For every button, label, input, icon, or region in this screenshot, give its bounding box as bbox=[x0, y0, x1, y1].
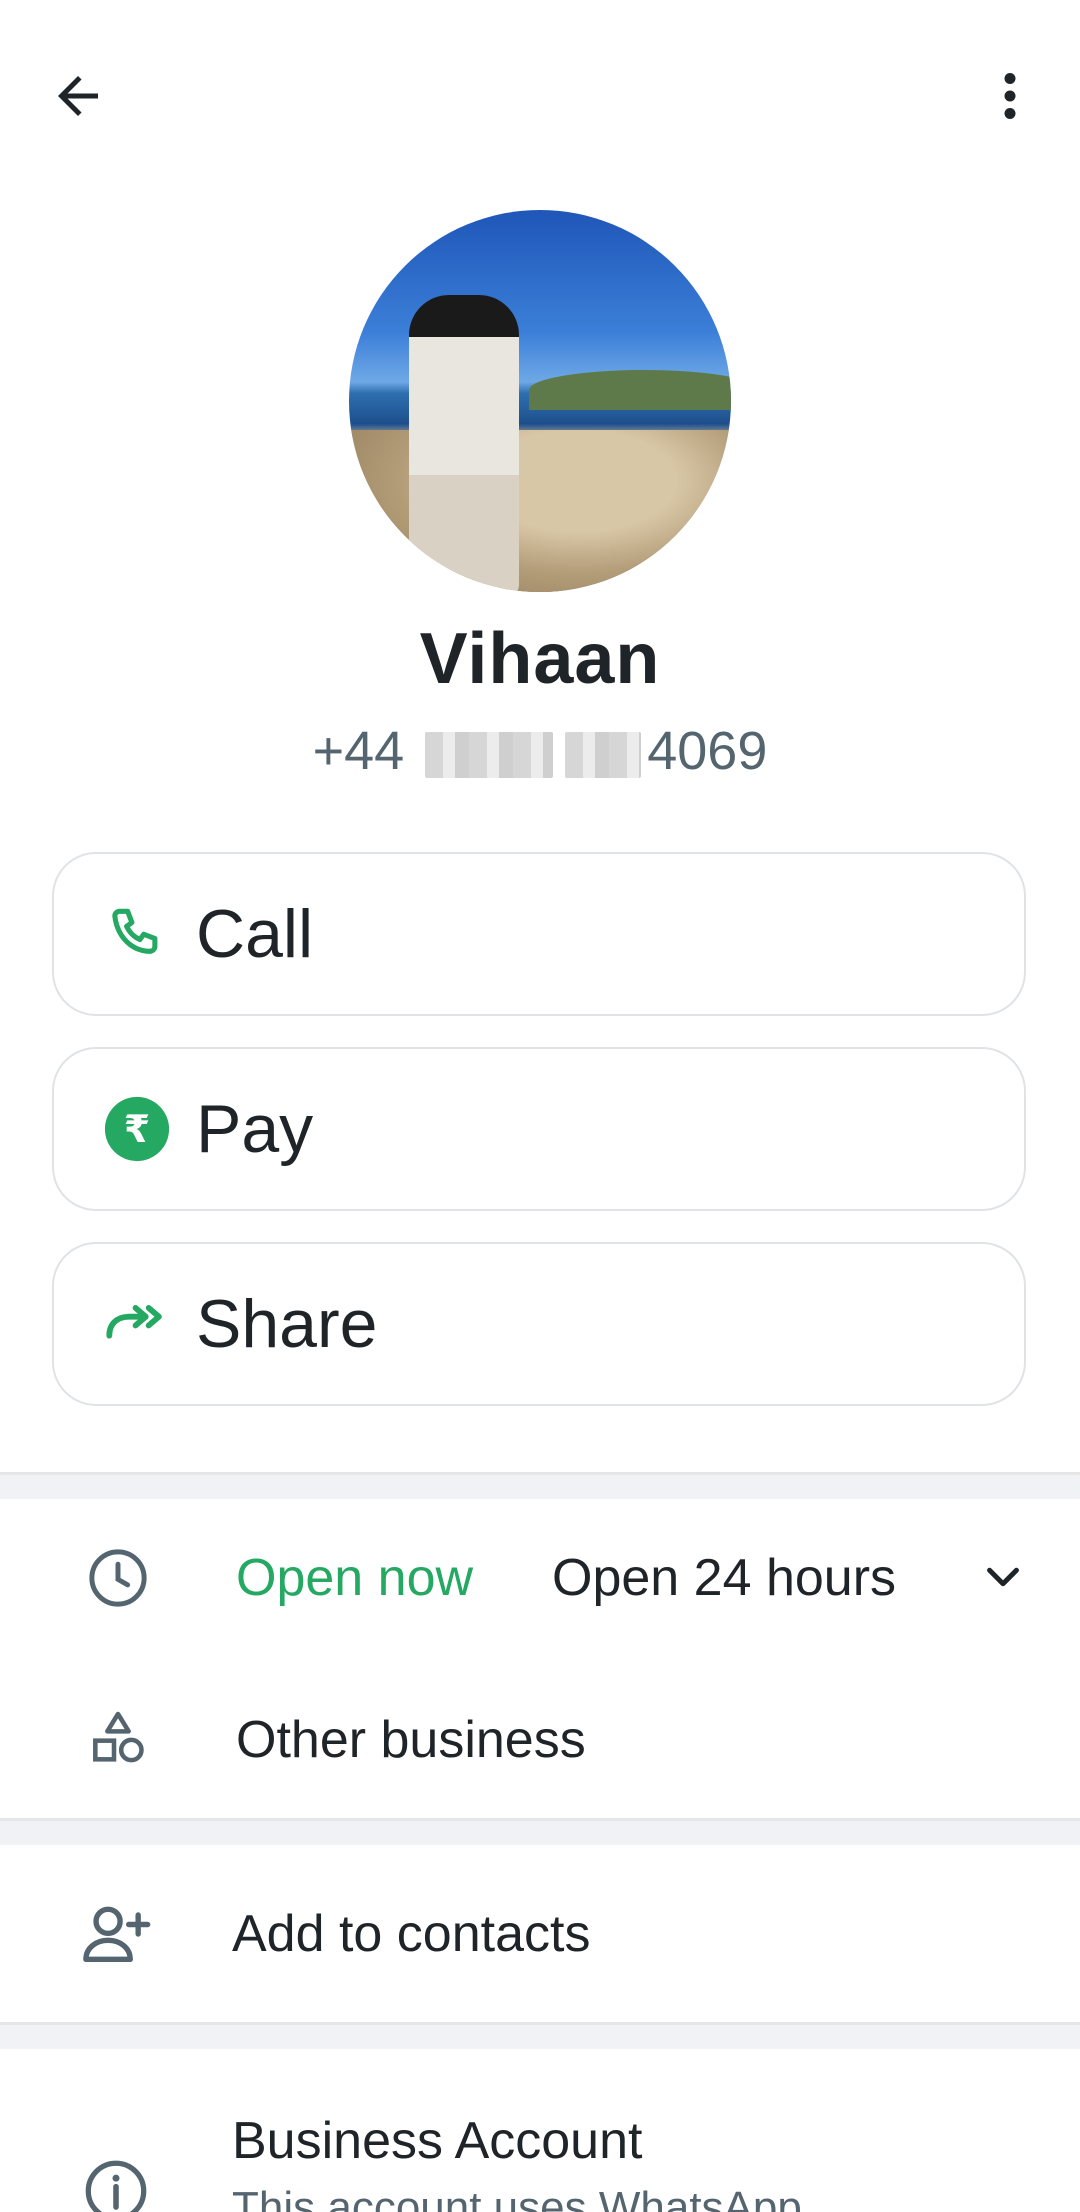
category-label: Other business bbox=[236, 1711, 586, 1769]
phone-prefix: +44 bbox=[312, 721, 405, 781]
shapes-icon bbox=[78, 1698, 158, 1778]
phone-suffix: 4069 bbox=[647, 721, 768, 781]
opening-hours: Open 24 hours bbox=[552, 1549, 897, 1607]
back-button[interactable] bbox=[30, 48, 126, 144]
arrow-left-icon bbox=[58, 76, 98, 116]
profile-avatar[interactable] bbox=[349, 210, 731, 592]
contact-phone: +44 4069 bbox=[0, 720, 1080, 782]
business-account-row[interactable]: Business Account This account uses Whats… bbox=[0, 2049, 1080, 2212]
more-vertical-icon bbox=[1004, 73, 1016, 119]
chevron-down-icon[interactable] bbox=[968, 1542, 1038, 1612]
phone-icon bbox=[92, 889, 182, 979]
add-to-contacts-label: Add to contacts bbox=[232, 1905, 591, 1963]
more-options-button[interactable] bbox=[962, 48, 1058, 144]
business-account-title: Business Account bbox=[232, 2112, 643, 2170]
phone-redacted bbox=[565, 731, 642, 778]
section-divider bbox=[0, 1475, 1080, 1499]
clock-icon bbox=[78, 1538, 158, 1618]
call-label: Call bbox=[196, 896, 314, 972]
call-button[interactable]: Call bbox=[52, 852, 1026, 1016]
add-person-icon bbox=[74, 1892, 158, 1976]
rupee-icon: ₹ bbox=[92, 1084, 182, 1174]
share-button[interactable]: Share bbox=[52, 1242, 1026, 1406]
phone-redacted bbox=[425, 731, 554, 778]
open-status: Open now bbox=[236, 1549, 474, 1607]
add-to-contacts-row[interactable]: Add to contacts bbox=[0, 1846, 1080, 2022]
contact-name: Vihaan bbox=[419, 619, 661, 699]
section-divider bbox=[0, 1821, 1080, 1845]
svg-text:₹: ₹ bbox=[124, 1107, 150, 1151]
info-icon bbox=[74, 2149, 158, 2212]
share-label: Share bbox=[196, 1286, 378, 1362]
business-category-row: Other business bbox=[0, 1660, 1080, 1820]
business-hours-row[interactable]: Open now Open 24 hours bbox=[0, 1500, 1080, 1660]
share-forward-icon bbox=[92, 1279, 182, 1369]
pay-label: Pay bbox=[196, 1091, 314, 1167]
section-divider bbox=[0, 2025, 1080, 2049]
business-account-subtitle: This account uses WhatsApp bbox=[232, 2183, 802, 2212]
pay-button[interactable]: ₹ Pay bbox=[52, 1047, 1026, 1211]
